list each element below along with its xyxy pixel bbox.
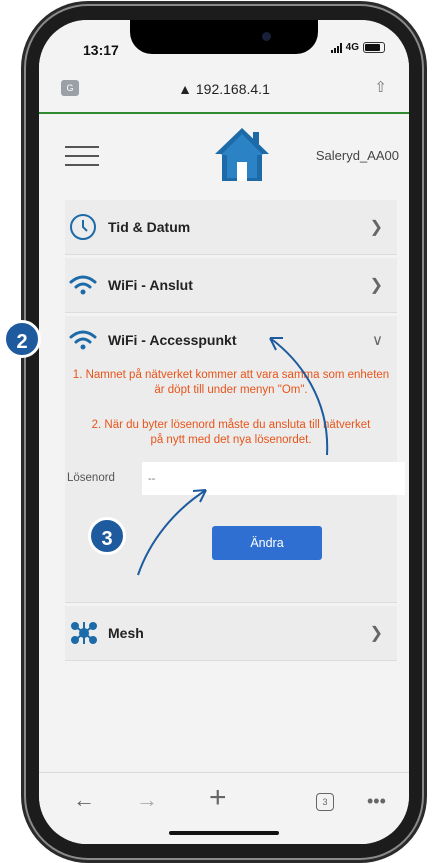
step-2-badge: 2 xyxy=(3,320,41,358)
step-3-badge: 3 xyxy=(88,517,126,555)
annotation-arrows xyxy=(137,337,329,576)
